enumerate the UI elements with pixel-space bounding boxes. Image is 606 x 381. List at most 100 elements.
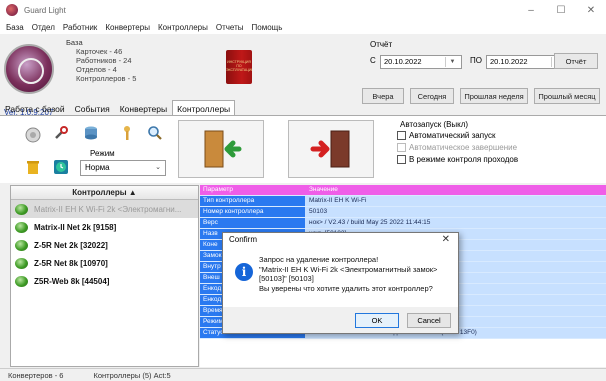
- from-date-field[interactable]: 20.10.2022 ▼: [380, 55, 462, 69]
- search-icon[interactable]: [146, 124, 164, 142]
- confirm-dialog: Confirm ✕ i Запрос на удаление контролле…: [222, 232, 459, 334]
- auto-start-checkbox[interactable]: [397, 130, 406, 140]
- dialog-line: [50103]" [50103]: [259, 274, 314, 283]
- controllers-list-header[interactable]: Контроллеры ▲: [11, 186, 198, 200]
- from-date-value: 20.10.2022: [384, 57, 422, 66]
- trash-icon[interactable]: [24, 158, 42, 176]
- autostart-group: Автозапуск (Выкл) Автоматический запуск …: [397, 120, 518, 165]
- mode-select-value: Норма: [85, 163, 110, 172]
- grid-header-param: Параметр: [200, 185, 305, 195]
- menu-employee[interactable]: Работник: [59, 23, 101, 32]
- mode-select[interactable]: Норма ⌄: [80, 160, 166, 176]
- autostart-option[interactable]: В режиме контроля проходов: [397, 153, 518, 165]
- dialog-message: Запрос на удаление контроллера! "Matrix-…: [259, 255, 455, 293]
- grid-header-row: Параметр Значение: [200, 185, 606, 196]
- dialog-close-button[interactable]: ✕: [442, 233, 450, 247]
- minimize-button[interactable]: –: [516, 0, 546, 20]
- controllers-list: Контроллеры ▲ Matrix-II EH K Wi-Fi 2k <Э…: [10, 185, 199, 367]
- calendar-dropdown-icon[interactable]: ▼: [445, 57, 459, 67]
- enter-controller-button[interactable]: [178, 120, 264, 178]
- last-week-button[interactable]: Прошлая неделя: [460, 88, 528, 104]
- auto-finish-label: Автоматическое завершение: [409, 142, 518, 152]
- key-icon[interactable]: [118, 124, 136, 142]
- network-icon[interactable]: [24, 126, 42, 144]
- menu-bar: База Отдел Работник Конвертеры Контролле…: [0, 20, 606, 34]
- list-item[interactable]: Matrix-II EH K Wi-Fi 2k <Электромагни...: [11, 200, 198, 218]
- auto-start-label: Автоматический запуск: [409, 130, 496, 140]
- main-tabs: Работа с базой События Конвертеры Контро…: [0, 100, 236, 116]
- last-month-button[interactable]: Прошлый месяц: [534, 88, 600, 104]
- door-enter-icon: [204, 130, 242, 168]
- autostart-option[interactable]: Автоматический запуск: [397, 129, 518, 141]
- app-icon: [6, 4, 18, 16]
- table-row[interactable]: Номер контроллера 50103: [200, 207, 606, 218]
- exit-controller-button[interactable]: [288, 120, 374, 178]
- tab-database[interactable]: Работа с базой: [0, 100, 70, 116]
- row-param: Тип контроллера: [200, 196, 305, 206]
- list-item[interactable]: Z5R-Web 8k [44504]: [11, 272, 198, 290]
- manual-book-icon[interactable]: ИНСТРУКЦИЯ ПО ЭКСПЛУАТАЦИИ: [226, 50, 252, 84]
- status-controllers: Контроллеры (5) Act:5: [93, 371, 171, 380]
- clock-icon[interactable]: [52, 158, 70, 176]
- controller-name: Matrix-II Net 2k [9158]: [34, 222, 117, 232]
- menu-reports[interactable]: Отчеты: [212, 23, 248, 32]
- from-label: С: [370, 56, 376, 65]
- dialog-title-bar: Confirm ✕: [223, 233, 458, 247]
- db-stat-controllers: Контроллеров - 5: [76, 74, 137, 83]
- row-param: Номер контроллера: [200, 207, 305, 217]
- mode-label: Режим: [90, 149, 115, 158]
- window-controls: – ☐ ✕: [516, 0, 606, 20]
- tab-events[interactable]: События: [70, 100, 115, 116]
- list-item[interactable]: Matrix-II Net 2k [9158]: [11, 218, 198, 236]
- controller-name: Matrix-II EH K Wi-Fi 2k <Электромагни...: [34, 204, 182, 214]
- status-led-icon: [15, 257, 28, 269]
- controller-name: Z5R-Web 8k [44504]: [34, 276, 110, 286]
- to-label: ПО: [470, 56, 482, 65]
- row-value: Matrix-II EH K Wi-Fi: [305, 196, 606, 206]
- cancel-button[interactable]: Cancel: [407, 313, 451, 328]
- ok-button[interactable]: OK: [355, 313, 399, 328]
- row-value: нок> / V2.43 / build May 25 2022 11:44:1…: [305, 218, 606, 228]
- info-icon: i: [235, 263, 253, 281]
- tab-converters[interactable]: Конвертеры: [115, 100, 172, 116]
- db-stat-cards: Карточек - 46: [76, 47, 123, 56]
- tab-controllers[interactable]: Контроллеры: [172, 100, 236, 116]
- title-bar: Guard Light – ☐ ✕: [0, 0, 606, 20]
- menu-converters[interactable]: Конвертеры: [101, 23, 154, 32]
- status-bar: Конвертеров - 6 Контроллеры (5) Act:5: [0, 368, 606, 381]
- grid-header-value: Значение: [305, 185, 606, 195]
- report-heading: Отчёт: [370, 40, 393, 49]
- db-stat-departments: Отделов - 4: [76, 65, 117, 74]
- list-item[interactable]: Z-5R Net 8k [10970]: [11, 254, 198, 272]
- status-led-icon: [15, 203, 28, 215]
- menu-base[interactable]: База: [2, 23, 28, 32]
- menu-department[interactable]: Отдел: [28, 23, 59, 32]
- today-button[interactable]: Сегодня: [410, 88, 454, 104]
- list-item[interactable]: Z-5R Net 2k [32022]: [11, 236, 198, 254]
- to-date-value: 20.10.2022: [490, 57, 528, 66]
- dialog-line: "Matrix-II EH K Wi-Fi 2k <Электромагнитн…: [259, 264, 438, 274]
- auto-finish-checkbox: [397, 142, 406, 152]
- report-panel: Отчёт С 20.10.2022 ▼ ПО 20.10.2022 ▼ Отч…: [362, 40, 602, 120]
- controllers-tab-panel: Режим Норма ⌄ Автозапуск (Выкл) Автомати…: [0, 115, 606, 183]
- table-row[interactable]: Тип контроллера Matrix-II EH K Wi-Fi: [200, 196, 606, 207]
- dialog-line: Вы уверены что хотите удалить этот контр…: [259, 283, 433, 293]
- chevron-down-icon: ⌄: [155, 164, 161, 171]
- wrench-icon[interactable]: [52, 124, 70, 142]
- menu-controllers[interactable]: Контроллеры: [154, 23, 212, 32]
- row-param: Верс: [200, 218, 305, 228]
- status-led-icon: [15, 275, 28, 287]
- menu-help[interactable]: Помощь: [248, 23, 287, 32]
- status-converters: Конвертеров - 6: [8, 371, 64, 380]
- database-icon[interactable]: [82, 124, 100, 142]
- report-button[interactable]: Отчёт: [554, 53, 598, 69]
- table-row[interactable]: Верс нок> / V2.43 / build May 25 2022 11…: [200, 218, 606, 229]
- maximize-button[interactable]: ☐: [546, 0, 576, 20]
- controller-name: Z-5R Net 2k [32022]: [34, 240, 108, 250]
- door-exit-icon: [310, 130, 350, 168]
- pass-control-checkbox[interactable]: [397, 154, 406, 164]
- row-value: 50103: [305, 207, 606, 217]
- db-heading: База: [66, 38, 83, 47]
- close-button[interactable]: ✕: [576, 0, 606, 20]
- yesterday-button[interactable]: Вчера: [362, 88, 404, 104]
